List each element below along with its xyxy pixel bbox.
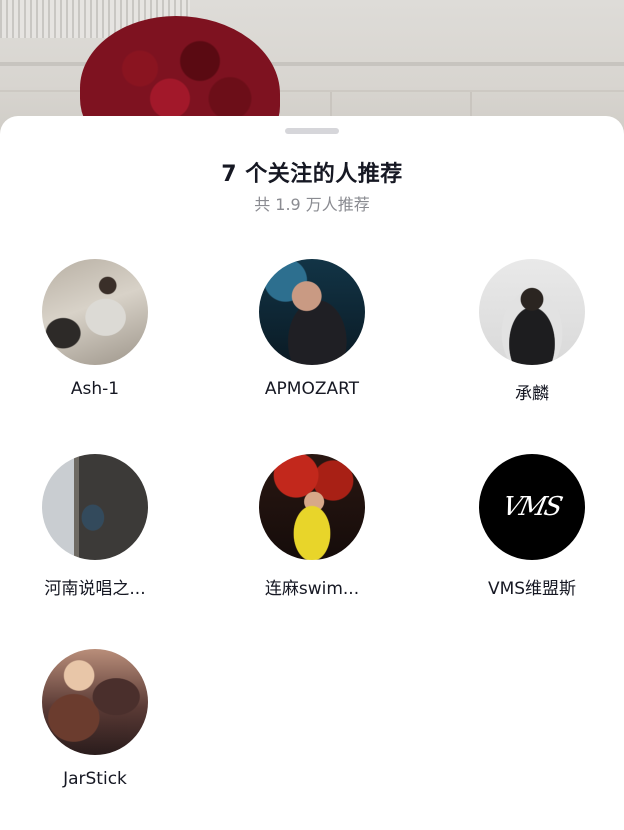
avatar[interactable] bbox=[42, 259, 148, 365]
user-item-lianma[interactable]: 连麻swim... bbox=[217, 454, 407, 624]
user-name: JarStick bbox=[63, 769, 127, 789]
sheet-title: 7 个关注的人推荐 bbox=[221, 162, 403, 187]
user-item-henan[interactable]: 河南说唱之... bbox=[0, 454, 190, 624]
user-item-jarstick[interactable]: JarStick bbox=[0, 649, 190, 819]
user-name: APMOZART bbox=[264, 379, 360, 399]
user-item-chenglin[interactable]: 承麟 bbox=[437, 259, 624, 429]
avatar[interactable]: VMS bbox=[479, 454, 585, 560]
screen: 7 个关注的人推荐 共 1.9 万人推荐 Ash-1 APMOZART 承麟 河… bbox=[0, 0, 624, 830]
sheet-drag-handle[interactable] bbox=[285, 128, 339, 134]
avatar[interactable] bbox=[42, 454, 148, 560]
user-name: 连麻swim... bbox=[264, 579, 360, 599]
user-item-apmozart[interactable]: APMOZART bbox=[217, 259, 407, 429]
avatar[interactable] bbox=[479, 259, 585, 365]
vms-logo-icon: VMS bbox=[500, 492, 564, 522]
user-name: VMS维盟斯 bbox=[487, 579, 577, 599]
user-name: Ash-1 bbox=[70, 379, 120, 399]
user-name: 河南说唱之... bbox=[44, 579, 146, 599]
user-item-ash-1[interactable]: Ash-1 bbox=[0, 259, 190, 429]
recommend-sheet: 7 个关注的人推荐 共 1.9 万人推荐 Ash-1 APMOZART 承麟 河… bbox=[0, 116, 624, 830]
avatar[interactable] bbox=[259, 454, 365, 560]
user-item-vms[interactable]: VMS VMS维盟斯 bbox=[437, 454, 624, 624]
avatar[interactable] bbox=[42, 649, 148, 755]
user-name: 承麟 bbox=[515, 384, 549, 404]
avatar[interactable] bbox=[259, 259, 365, 365]
sheet-subtitle: 共 1.9 万人推荐 bbox=[254, 195, 370, 214]
